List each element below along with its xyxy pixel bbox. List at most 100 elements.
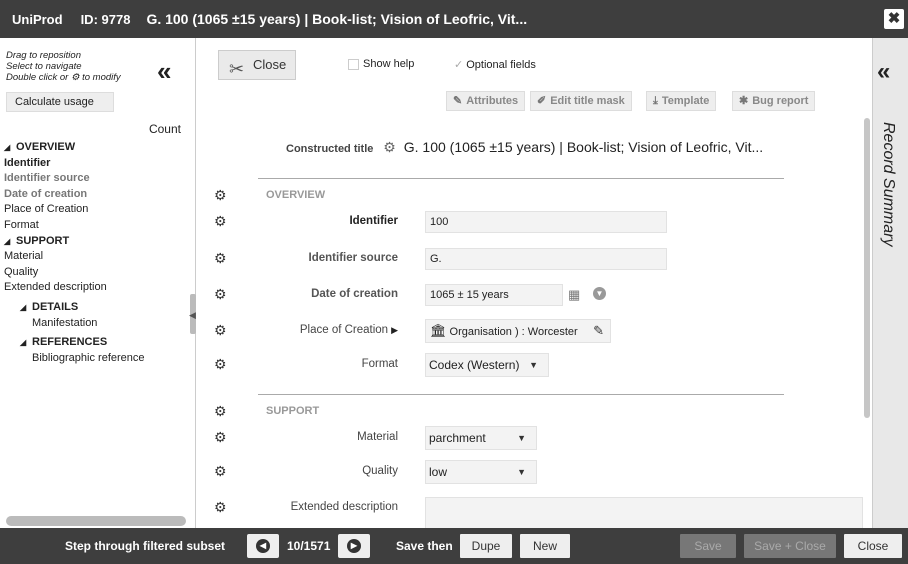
nav-section-support[interactable]: ◢ SUPPORT	[4, 234, 189, 250]
nav-section-label: REFERENCES	[32, 336, 108, 349]
attributes-label: Attributes	[466, 95, 519, 107]
dupe-button[interactable]: Dupe	[460, 534, 512, 558]
place-of-creation-label[interactable]: Place of Creation ▶	[300, 324, 398, 336]
close-record-button[interactable]: Close	[844, 534, 902, 558]
material-row: ⚙ Material parchment ▼	[196, 426, 872, 450]
record-summary-label[interactable]: Record Summary	[879, 122, 897, 246]
bug-report-label: Bug report	[752, 95, 809, 107]
collapse-left-panel-button[interactable]: «	[157, 56, 172, 87]
close-button[interactable]: ✂ Close	[218, 50, 296, 80]
gear-icon[interactable]: ⚙	[214, 250, 227, 267]
expanded-triangle-icon: ◢	[4, 236, 11, 246]
calculate-usage-button[interactable]: Calculate usage	[6, 92, 114, 112]
constructed-title-label: Constructed title	[286, 143, 374, 155]
gear-icon[interactable]: ⚙	[214, 213, 227, 230]
divider	[258, 178, 784, 179]
nav-section-overview[interactable]: ◢ OVERVIEW	[4, 140, 189, 156]
nav-item-bibliographic-reference[interactable]: Bibliographic reference	[4, 351, 189, 367]
checkbox-box	[348, 58, 359, 70]
hint-line-navigate: Select to navigate	[6, 61, 82, 72]
identifier-source-field[interactable]: G.	[425, 248, 667, 270]
horizontal-scrollbar[interactable]	[6, 516, 186, 526]
gear-icon[interactable]: ⚙	[214, 356, 227, 373]
identifier-label: Identifier	[349, 215, 398, 227]
count-column-header: Count	[148, 122, 181, 136]
edit-icon: ✐	[537, 95, 547, 107]
pencil-icon[interactable]: ✎	[593, 320, 604, 342]
support-heading: SUPPORT	[266, 405, 320, 417]
gear-icon[interactable]: ⚙	[214, 463, 227, 480]
extended-description-field[interactable]	[425, 497, 863, 531]
edit-title-mask-label: Edit title mask	[550, 95, 625, 107]
chevron-right-icon: ▶	[347, 539, 361, 553]
quality-dropdown[interactable]: low ▼	[425, 460, 537, 484]
template-button[interactable]: ⤓ Template	[646, 91, 717, 111]
nav-section-references[interactable]: ◢ REFERENCES	[4, 335, 189, 351]
identifier-source-label: Identifier source	[308, 252, 398, 264]
extended-description-row: ⚙ Extended description	[196, 496, 872, 531]
close-window-button[interactable]: ✖	[884, 9, 904, 29]
close-button-label: Close	[253, 57, 287, 72]
date-of-creation-row: ⚙ Date of creation 1065 ± 15 years ▦ ▼	[196, 283, 872, 307]
nav-item-extended-description[interactable]: Extended description	[4, 280, 189, 296]
edit-title-mask-button[interactable]: ✐ Edit title mask	[530, 91, 632, 111]
hint-modify-prefix: Double click or	[6, 72, 69, 83]
nav-section-details[interactable]: ◢ DETAILS	[4, 300, 189, 316]
left-navigation-panel: Drag to reposition Select to navigate Do…	[0, 38, 196, 528]
constructed-title-value: G. 100 (1065 ±15 years) | Book-list; Vis…	[403, 139, 764, 155]
nav-item-quality[interactable]: Quality	[4, 265, 189, 281]
expand-record-summary-button[interactable]: «	[877, 58, 891, 86]
place-of-creation-field[interactable]: 🏛 Organisation ) : Worcester ✎	[425, 319, 611, 343]
format-label: Format	[361, 358, 398, 370]
place-of-creation-label-text: Place of Creation	[299, 324, 389, 336]
pencil-icon: ✎	[453, 95, 463, 107]
overview-section-row: ⚙ OVERVIEW	[196, 184, 872, 208]
nav-item-material[interactable]: Material	[4, 249, 189, 265]
new-button[interactable]: New	[520, 534, 570, 558]
gear-icon[interactable]: ⚙	[383, 139, 396, 155]
gear-icon: ⚙	[70, 72, 80, 83]
identifier-field[interactable]: 100	[425, 211, 667, 233]
format-dropdown[interactable]: Codex (Western) ▼	[425, 353, 549, 377]
identifier-source-row: ⚙ Identifier source G.	[196, 247, 872, 271]
optional-fields-checkbox[interactable]: ✓ Optional fields	[454, 58, 536, 71]
format-value: Codex (Western)	[429, 358, 520, 372]
chevron-down-icon: ▼	[517, 433, 526, 443]
gear-icon[interactable]: ⚙	[214, 403, 227, 420]
gear-icon[interactable]: ⚙	[214, 322, 227, 339]
show-help-checkbox[interactable]: Show help	[348, 58, 414, 70]
nav-item-identifier[interactable]: Identifier	[4, 156, 189, 172]
previous-record-button[interactable]: ◀	[247, 534, 279, 558]
overview-heading: OVERVIEW	[266, 189, 326, 201]
template-label: Template	[661, 95, 710, 107]
nav-item-date-of-creation[interactable]: Date of creation	[4, 187, 189, 203]
nav-item-place-of-creation[interactable]: Place of Creation	[4, 202, 189, 218]
record-id: ID: 9778	[80, 11, 131, 27]
gear-icon[interactable]: ⚙	[214, 286, 227, 303]
gear-icon[interactable]: ⚙	[214, 187, 227, 204]
gear-icon[interactable]: ⚙	[214, 499, 227, 516]
resize-arrow-icon: ◀	[189, 310, 196, 320]
nav-item-manifestation[interactable]: Manifestation	[4, 316, 189, 332]
calendar-icon[interactable]: ▦	[568, 287, 580, 303]
nav-item-format[interactable]: Format	[4, 218, 189, 234]
bug-report-button[interactable]: ✱ Bug report	[732, 91, 816, 111]
gear-icon[interactable]: ⚙	[214, 429, 227, 446]
record-editor-window: UniProd ID: 9778 G. 100 (1065 ±15 years)…	[0, 0, 908, 564]
chevron-down-icon[interactable]: ▼	[593, 287, 606, 300]
quality-row: ⚙ Quality low ▼	[196, 460, 872, 484]
save-button[interactable]: Save	[680, 534, 736, 558]
vertical-scrollbar[interactable]	[864, 118, 870, 418]
date-of-creation-label: Date of creation	[311, 288, 398, 300]
show-help-label: Show help	[363, 58, 415, 70]
next-record-button[interactable]: ▶	[338, 534, 370, 558]
date-of-creation-field[interactable]: 1065 ± 15 years	[425, 284, 563, 306]
hint-line-reposition: Drag to reposition	[6, 50, 81, 61]
expand-arrow-icon: ▶	[391, 325, 398, 335]
attributes-button[interactable]: ✎ Attributes	[446, 91, 526, 111]
material-dropdown[interactable]: parchment ▼	[425, 426, 537, 450]
chevron-down-icon: ▼	[517, 467, 526, 477]
nav-item-identifier-source[interactable]: Identifier source	[4, 171, 189, 187]
save-close-button[interactable]: Save + Close	[744, 534, 836, 558]
material-label: Material	[357, 431, 398, 443]
